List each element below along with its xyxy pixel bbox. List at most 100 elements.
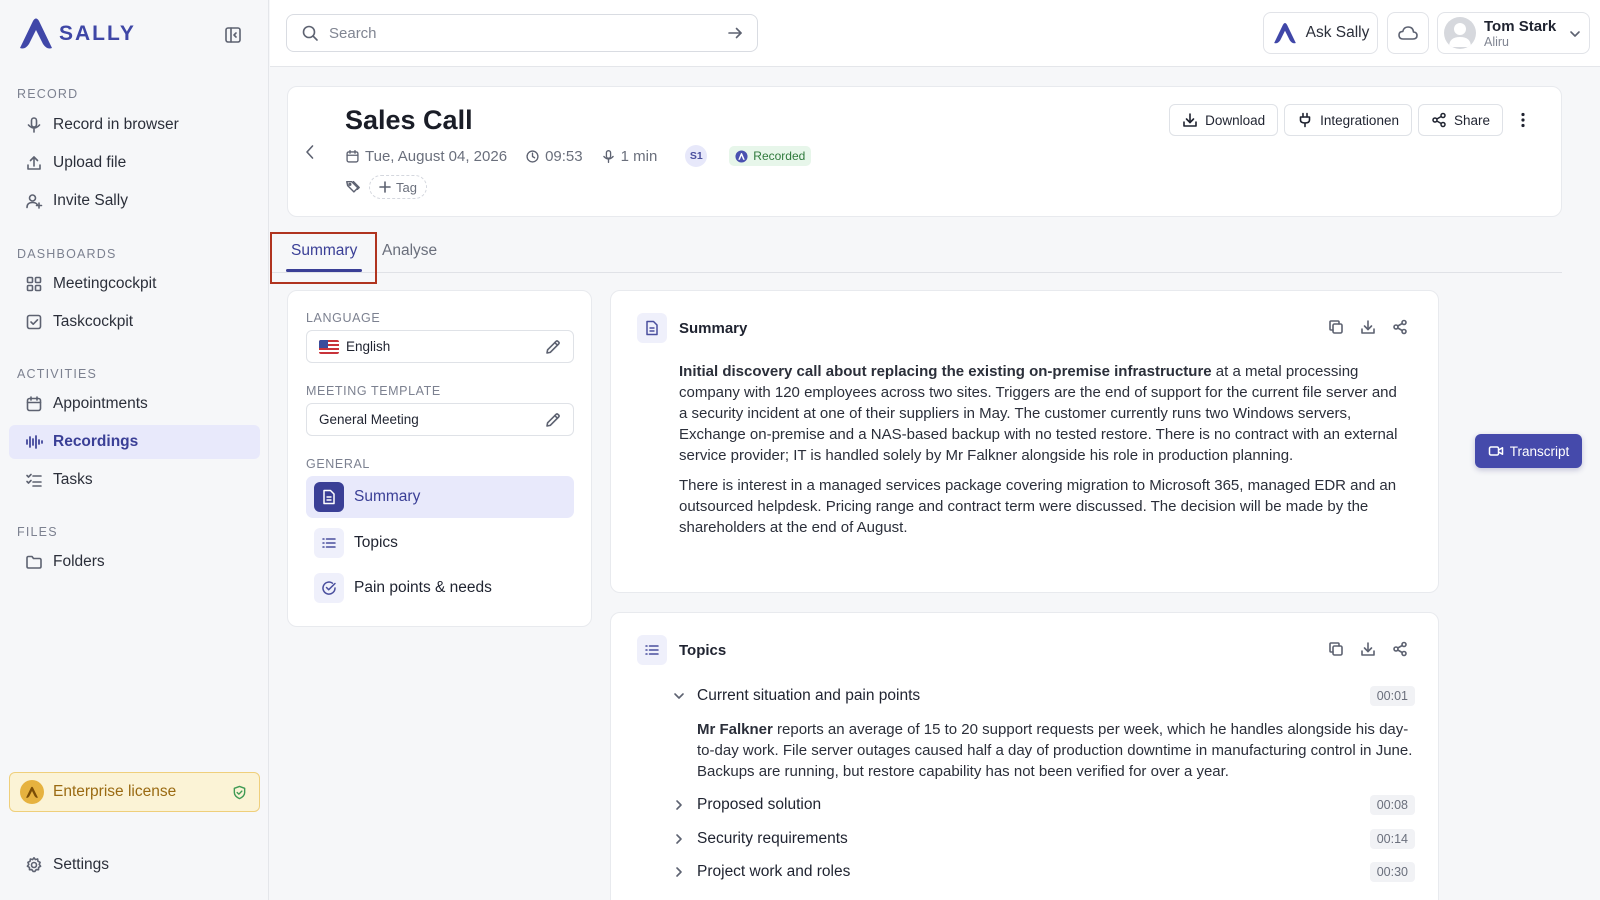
user-menu[interactable]: Tom Stark Aliru: [1437, 12, 1590, 54]
summary-paragraph-1: Initial discovery call about replacing t…: [679, 361, 1409, 466]
share-icon[interactable]: [1392, 319, 1408, 335]
chevron-down-icon: [674, 693, 684, 699]
clock-icon: [526, 149, 539, 163]
topics-card: Topics Current situation and pain points…: [610, 612, 1439, 900]
search-icon: [302, 25, 318, 41]
task-list-icon: [26, 473, 42, 487]
section-item-summary[interactable]: Summary: [306, 476, 574, 518]
section-item-label: Pain points & needs: [354, 579, 492, 596]
section-dashboards: DASHBOARDS: [17, 247, 117, 261]
nav-folders[interactable]: Folders: [9, 545, 260, 579]
chevron-down-icon: [1570, 31, 1580, 37]
summary-card-tools: [1328, 319, 1408, 335]
topics-card-header: Topics: [637, 635, 726, 665]
integrations-label: Integrationen: [1320, 112, 1399, 128]
arrow-right-icon[interactable]: [727, 25, 743, 41]
download-icon[interactable]: [1360, 319, 1376, 335]
add-tag-label: Tag: [396, 179, 417, 195]
copy-icon[interactable]: [1328, 641, 1344, 657]
nav-tasks[interactable]: Tasks: [9, 463, 260, 497]
topic-item[interactable]: Security requirements 00:14: [667, 829, 1415, 849]
gear-icon: [26, 857, 42, 873]
waveform-icon: [26, 435, 43, 449]
topic-item[interactable]: Proposed solution 00:08: [667, 795, 1415, 815]
copy-icon[interactable]: [1328, 319, 1344, 335]
collapse-sidebar-icon[interactable]: [224, 26, 242, 44]
topic-timestamp[interactable]: 00:30: [1369, 862, 1415, 882]
nav-taskcockpit[interactable]: Taskcockpit: [9, 305, 260, 339]
calendar-icon: [26, 396, 42, 412]
topics-card-title: Topics: [679, 641, 727, 659]
topic-timestamp[interactable]: 00:14: [1369, 829, 1415, 849]
app-logo[interactable]: SALLY: [17, 17, 136, 51]
tab-analyse[interactable]: Analyse: [382, 242, 437, 260]
license-logo-icon: [20, 780, 44, 804]
integrations-button[interactable]: Integrationen: [1284, 104, 1412, 136]
topic-expanded-text: Mr Falkner reports an average of 15 to 2…: [697, 719, 1415, 782]
sally-logo-icon: [20, 18, 52, 49]
enterprise-license-badge[interactable]: Enterprise license: [9, 772, 260, 812]
folder-icon: [26, 555, 42, 569]
nav-label: Record in browser: [53, 116, 179, 133]
share-icon[interactable]: [1392, 641, 1408, 657]
us-flag-icon: [319, 339, 339, 354]
nav-appointments[interactable]: Appointments: [9, 387, 260, 421]
share-button[interactable]: Share: [1417, 104, 1503, 136]
nav-invite-sally[interactable]: Invite Sally: [9, 184, 260, 218]
topics-card-tools: [1328, 641, 1408, 657]
meeting-header-card: Sales Call Tue, August 04, 2026 09:53 1 …: [287, 86, 1562, 217]
topic-item[interactable]: Current situation and pain points 00:01: [667, 686, 1415, 706]
language-label: LANGUAGE: [306, 311, 381, 325]
video-camera-icon: [1488, 446, 1503, 456]
app-name: SALLY: [59, 22, 136, 45]
nav-upload-file[interactable]: Upload file: [9, 146, 260, 180]
nav-recordings[interactable]: Recordings: [9, 425, 260, 459]
download-button[interactable]: Download: [1169, 104, 1279, 136]
search-box[interactable]: [286, 14, 758, 52]
summary-card: Summary Initial discovery call about rep…: [610, 290, 1439, 593]
topic-timestamp[interactable]: 00:01: [1369, 686, 1415, 706]
tag-row: Tag: [345, 175, 427, 199]
document-icon: [637, 313, 667, 343]
meeting-date: Tue, August 04, 2026: [345, 148, 507, 165]
transcript-label: Transcript: [1509, 443, 1570, 459]
pencil-icon: [546, 340, 560, 354]
nav-settings[interactable]: Settings: [9, 848, 260, 882]
meeting-date-text: Tue, August 04, 2026: [365, 147, 508, 165]
nav-label: Invite Sally: [53, 192, 128, 209]
tab-summary[interactable]: Summary: [291, 242, 357, 260]
avatar: [1444, 17, 1476, 49]
template-select[interactable]: General Meeting: [306, 403, 574, 436]
share-label: Share: [1453, 112, 1490, 128]
search-input[interactable]: [329, 24, 717, 42]
more-options-button[interactable]: [1509, 104, 1537, 136]
back-chevron-icon[interactable]: [300, 142, 320, 162]
transcript-button[interactable]: Transcript: [1475, 434, 1582, 468]
nav-label: Appointments: [53, 395, 148, 412]
section-item-topics[interactable]: Topics: [306, 522, 574, 564]
summary-paragraph-2: There is interest in a managed services …: [679, 477, 1397, 536]
nav-record-in-browser[interactable]: Record in browser: [9, 108, 260, 142]
meeting-duration: 1 min: [601, 148, 657, 165]
topic-item[interactable]: Project work and roles 00:30: [667, 862, 1415, 882]
nav-meetingcockpit[interactable]: Meetingcockpit: [9, 267, 260, 301]
ask-sally-button[interactable]: Ask Sally: [1263, 12, 1378, 54]
topic-timestamp[interactable]: 00:08: [1369, 795, 1415, 815]
meeting-time-text: 09:53: [545, 147, 583, 165]
speaker-badge[interactable]: S1: [685, 145, 708, 167]
cloud-button[interactable]: [1387, 12, 1429, 54]
shield-check-icon: [233, 785, 246, 800]
grid-icon: [26, 276, 42, 292]
topic-label: Current situation and pain points: [697, 687, 921, 704]
download-icon[interactable]: [1360, 641, 1376, 657]
user-org: Aliru: [1484, 34, 1510, 49]
add-tag-button[interactable]: Tag: [369, 175, 427, 199]
section-item-pain-points[interactable]: Pain points & needs: [306, 567, 574, 609]
nav-label: Folders: [53, 553, 105, 570]
language-select[interactable]: English: [306, 330, 574, 363]
chevron-right-icon: [676, 834, 682, 844]
topic-body: reports an average of 15 to 20 support r…: [697, 721, 1413, 780]
section-files: FILES: [17, 525, 58, 539]
topic-label: Security requirements: [697, 830, 848, 847]
microphone-icon: [27, 117, 41, 133]
